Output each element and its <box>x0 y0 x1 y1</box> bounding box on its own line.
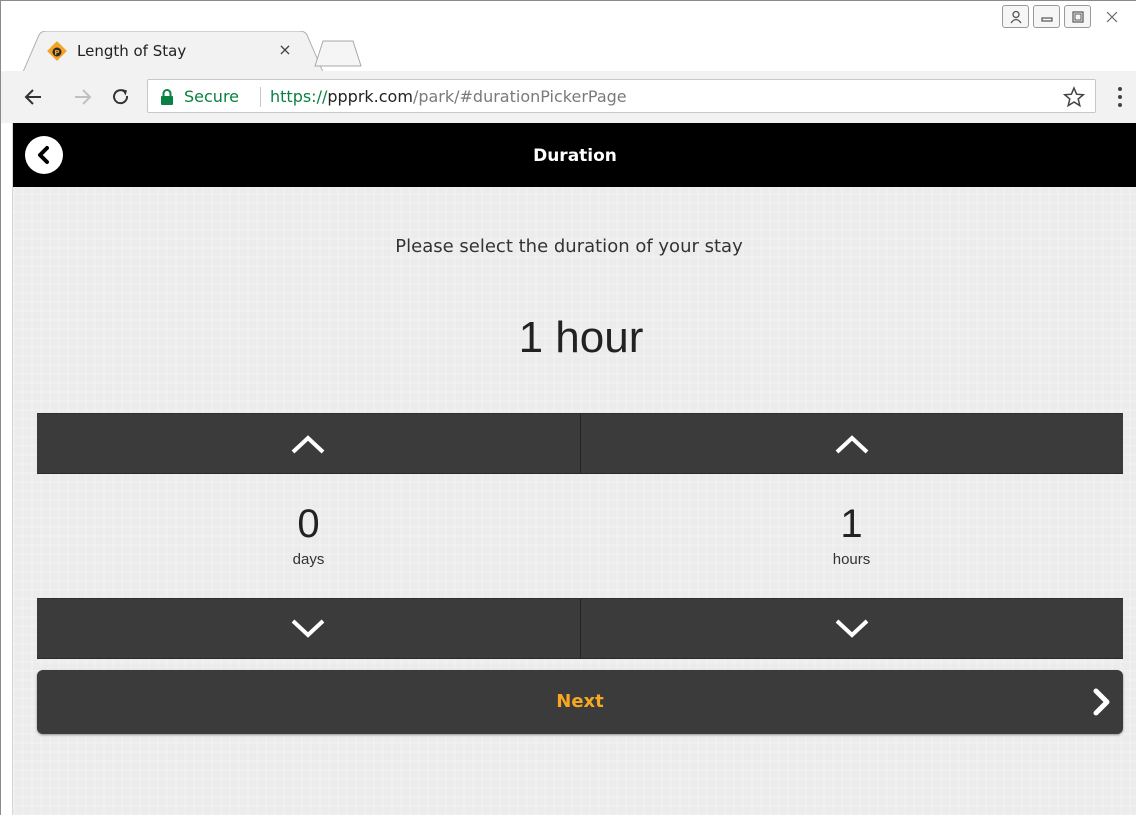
next-button[interactable]: Next <box>37 670 1123 734</box>
reload-icon[interactable] <box>109 85 133 109</box>
omnibox-separator <box>260 87 261 107</box>
url-scheme: https:// <box>270 87 328 106</box>
forward-arrow-icon[interactable] <box>71 85 95 109</box>
app-header: Duration <box>13 123 1136 187</box>
hours-value-group: 1 hours <box>580 501 1123 571</box>
hours-decrement-button[interactable] <box>579 598 1123 659</box>
minimize-icon[interactable] <box>1033 5 1060 28</box>
maximize-icon[interactable] <box>1064 5 1091 28</box>
profile-icon[interactable] <box>1002 5 1029 28</box>
days-unit-label: days <box>292 551 325 568</box>
browser-window: P Length of Stay × Secure https://ppprk.… <box>0 0 1136 815</box>
tab-close-icon[interactable]: × <box>275 39 295 61</box>
url-text[interactable]: https://ppprk.com/park/#durationPickerPa… <box>270 87 627 107</box>
next-button-label: Next <box>556 691 604 712</box>
back-arrow-icon[interactable] <box>21 85 45 109</box>
window-left-frame <box>1 123 13 815</box>
chevron-down-icon <box>291 619 325 638</box>
hours-unit-label: hours <box>832 551 871 568</box>
decrement-row <box>37 598 1123 659</box>
days-increment-button[interactable] <box>37 413 580 474</box>
page-title: Duration <box>533 146 617 166</box>
secure-label: Secure <box>184 87 240 106</box>
chevron-right-icon <box>1093 688 1110 716</box>
svg-text:P: P <box>54 49 59 57</box>
menu-icon[interactable] <box>1117 85 1123 109</box>
days-value-group: 0 days <box>37 501 580 571</box>
site-favicon-icon: P <box>47 41 67 61</box>
hours-value: 1 <box>840 502 863 546</box>
browser-toolbar: Secure https://ppprk.com/park/#durationP… <box>1 71 1136 123</box>
url-path: /park/#durationPickerPage <box>412 87 627 106</box>
chevron-up-icon <box>291 434 325 453</box>
lock-icon <box>161 89 173 105</box>
days-decrement-button[interactable] <box>37 598 580 659</box>
close-window-icon[interactable] <box>1095 5 1129 28</box>
chevron-down-icon <box>835 619 869 638</box>
increment-row <box>37 413 1123 474</box>
duration-display: 1 hour <box>518 313 644 362</box>
duration-prompt: Please select the duration of your stay <box>395 236 743 257</box>
tab-title: Length of Stay <box>77 42 187 60</box>
address-bar[interactable]: Secure https://ppprk.com/park/#durationP… <box>147 79 1096 113</box>
hours-increment-button[interactable] <box>579 413 1123 474</box>
days-value: 0 <box>297 502 320 546</box>
chevron-up-icon <box>835 434 869 453</box>
tab-strip: P Length of Stay × <box>1 1 1136 72</box>
star-icon[interactable] <box>1063 86 1085 108</box>
new-tab-button[interactable] <box>313 39 363 67</box>
page-content: Duration Please select the duration of y… <box>13 123 1136 815</box>
url-host: ppprk.com <box>327 87 413 106</box>
